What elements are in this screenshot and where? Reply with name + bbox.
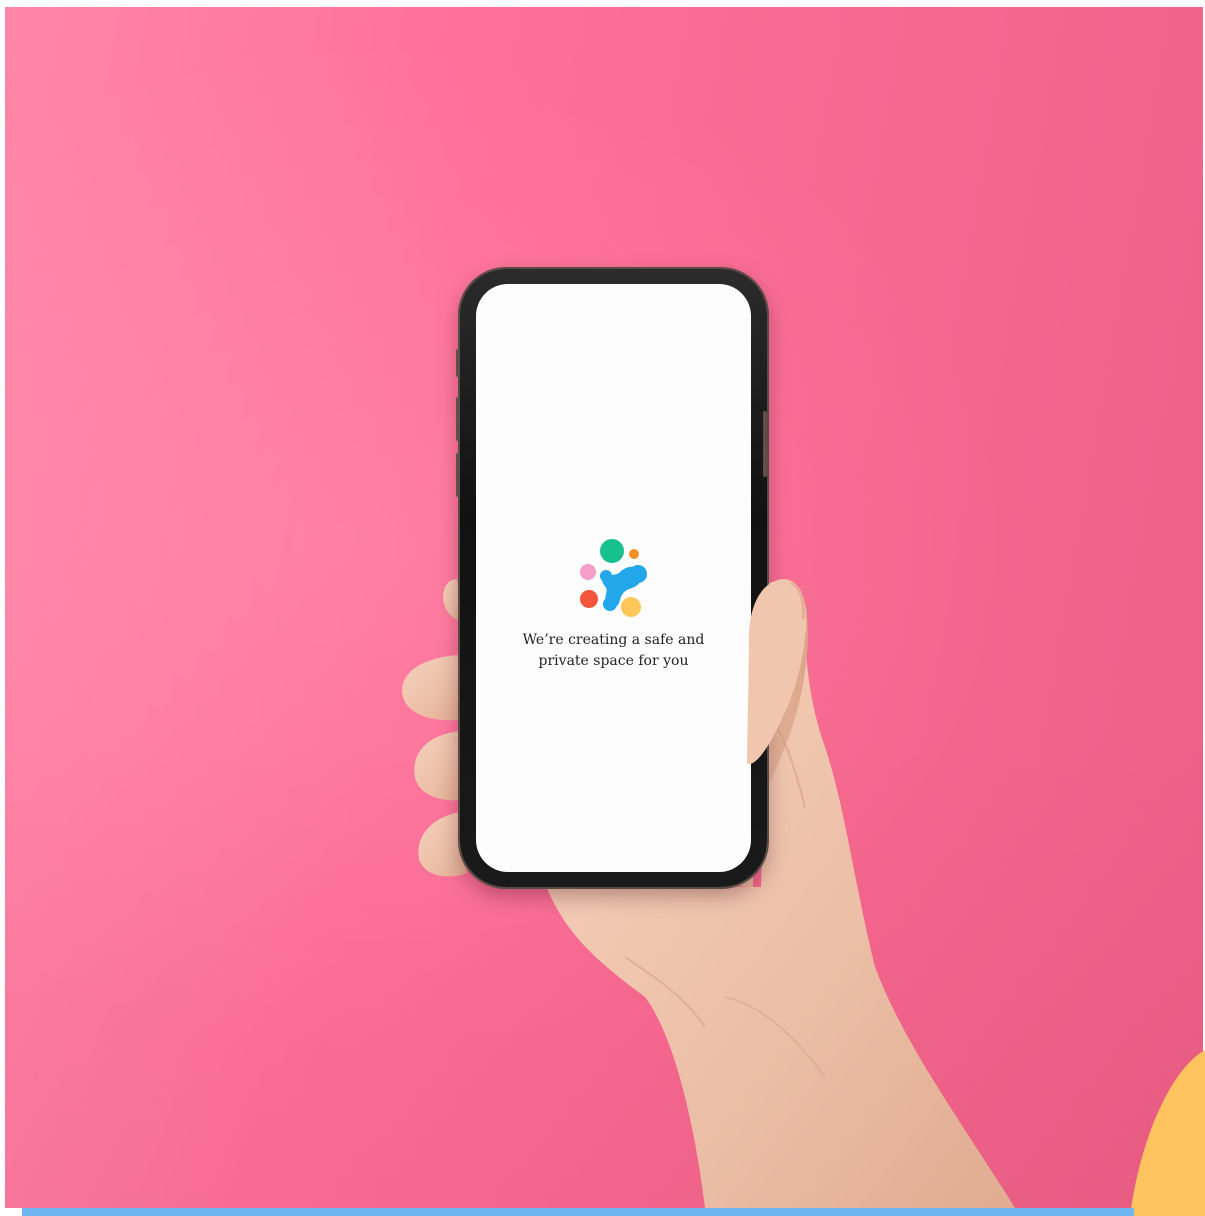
phone-screen: We’re creating a safe and private space … <box>476 284 751 872</box>
loading-message: We’re creating a safe and private space … <box>476 630 751 672</box>
volume-button <box>456 349 460 377</box>
power-button <box>763 411 767 477</box>
smartphone: We’re creating a safe and private space … <box>456 269 767 887</box>
volume-down-button <box>456 453 460 497</box>
image-frame: We’re creating a safe and private space … <box>0 0 1205 1216</box>
molecule-dots-logo-icon <box>580 539 647 617</box>
loading-message-line-1: We’re creating a safe and <box>522 632 705 648</box>
photo: We’re creating a safe and private space … <box>5 7 1203 1208</box>
loading-message-line-2: private space for you <box>538 653 689 669</box>
volume-up-button <box>456 397 460 441</box>
blue-bottom-bar <box>22 1208 1134 1216</box>
yellow-corner-shape <box>1130 1050 1205 1216</box>
